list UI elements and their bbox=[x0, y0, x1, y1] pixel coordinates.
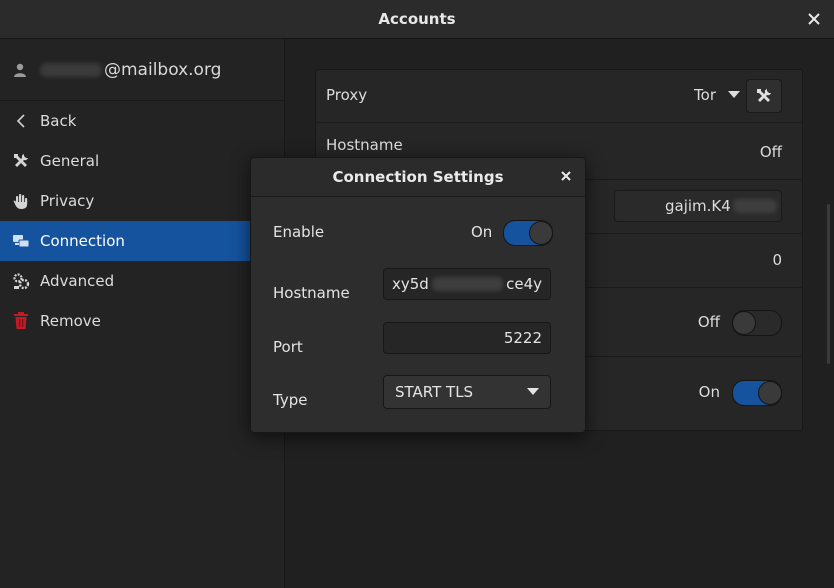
resource-value: gajim.K4 bbox=[665, 197, 731, 215]
port-row: Port 5222 bbox=[251, 322, 585, 376]
port-value: 5222 bbox=[503, 329, 542, 347]
dialog-hostname-row: Hostname xy5d ce4y bbox=[251, 268, 585, 322]
hostname-end: ce4y bbox=[506, 275, 542, 293]
type-value: START TLS bbox=[395, 383, 474, 401]
switch-knob bbox=[529, 221, 553, 245]
sidebar-item-label: Remove bbox=[40, 312, 101, 330]
proxy-select[interactable]: Tor bbox=[694, 86, 740, 104]
switch-knob bbox=[758, 381, 782, 405]
proxy-label: Proxy bbox=[326, 86, 368, 104]
switch-knob bbox=[732, 311, 756, 335]
account-header: @mailbox.org bbox=[0, 39, 284, 101]
tools-icon bbox=[12, 152, 30, 170]
close-icon bbox=[808, 13, 820, 25]
person-icon bbox=[14, 63, 26, 77]
enable-label: Enable bbox=[273, 223, 325, 241]
sidebar: @mailbox.org Back General Privacy Connec… bbox=[0, 39, 285, 588]
sidebar-item-connection[interactable]: Connection bbox=[0, 221, 284, 261]
chevron-left-icon bbox=[12, 112, 30, 130]
port-label: Port bbox=[273, 338, 303, 356]
sidebar-item-back[interactable]: Back bbox=[0, 101, 284, 141]
scrollbar[interactable] bbox=[827, 204, 830, 364]
enable-toggle[interactable] bbox=[503, 220, 553, 246]
close-window-button[interactable] bbox=[804, 9, 824, 29]
sidebar-item-privacy[interactable]: Privacy bbox=[0, 181, 284, 221]
dialog-title: Connection Settings bbox=[332, 168, 504, 186]
dialog-close-button[interactable] bbox=[557, 167, 575, 185]
sidebar-item-advanced[interactable]: Advanced bbox=[0, 261, 284, 301]
proxy-row: Proxy Tor bbox=[316, 70, 802, 123]
dropdown-arrow-icon bbox=[527, 388, 539, 395]
sidebar-item-label: Back bbox=[40, 112, 77, 130]
tools-icon bbox=[757, 89, 771, 102]
sidebar-item-label: Privacy bbox=[40, 192, 95, 210]
close-icon bbox=[561, 171, 571, 181]
redacted-resource bbox=[732, 199, 777, 213]
toggle-switch-on[interactable] bbox=[732, 380, 782, 406]
sidebar-item-label: Advanced bbox=[40, 272, 115, 290]
hostname-input[interactable]: xy5d ce4y bbox=[383, 268, 551, 300]
account-email-domain: @mailbox.org bbox=[104, 59, 222, 80]
proxy-value: Tor bbox=[694, 86, 716, 104]
redacted-username bbox=[40, 62, 102, 77]
trash-icon bbox=[12, 312, 30, 330]
sidebar-item-label: General bbox=[40, 152, 100, 170]
gears-icon bbox=[12, 272, 30, 290]
hostname-value: Off bbox=[759, 143, 782, 161]
hostname-start: xy5d bbox=[392, 275, 429, 293]
type-select[interactable]: START TLS bbox=[383, 375, 551, 409]
sidebar-item-label: Connection bbox=[40, 232, 125, 250]
port-input[interactable]: 5222 bbox=[383, 322, 551, 354]
window-titlebar: Accounts bbox=[0, 0, 834, 39]
dialog-header: Connection Settings bbox=[251, 158, 585, 197]
sidebar-item-remove[interactable]: Remove bbox=[0, 301, 284, 341]
network-icon bbox=[12, 232, 30, 250]
connection-settings-dialog: Connection Settings Enable On Hostname x… bbox=[250, 157, 586, 433]
priority-value: 0 bbox=[772, 251, 782, 269]
type-label: Type bbox=[273, 391, 308, 409]
proxy-settings-button[interactable] bbox=[746, 79, 782, 113]
type-row: Type START TLS bbox=[251, 375, 585, 431]
dropdown-arrow-icon bbox=[728, 91, 740, 98]
resource-input[interactable]: gajim.K4 bbox=[614, 190, 782, 222]
sidebar-item-general[interactable]: General bbox=[0, 141, 284, 181]
enable-state-label: On bbox=[471, 223, 493, 241]
switch-state-label: Off bbox=[697, 313, 720, 331]
window-title: Accounts bbox=[378, 10, 456, 28]
enable-row: Enable On bbox=[251, 196, 585, 268]
hand-icon bbox=[12, 192, 30, 210]
toggle-switch-off[interactable] bbox=[732, 310, 782, 336]
hostname-label: Hostname bbox=[326, 136, 403, 154]
redacted-hostname bbox=[431, 277, 504, 291]
hostname-label: Hostname bbox=[273, 284, 350, 302]
switch-state-label: On bbox=[698, 383, 720, 401]
